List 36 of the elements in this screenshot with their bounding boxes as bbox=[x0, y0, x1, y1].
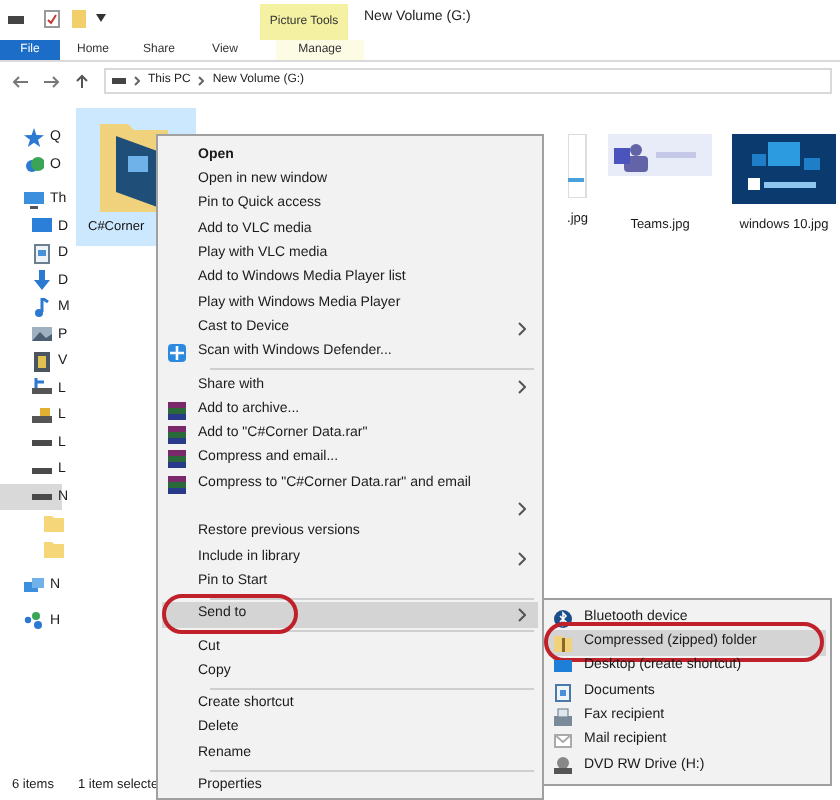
folder-icon bbox=[44, 540, 64, 561]
books-icon bbox=[168, 401, 186, 420]
document-icon bbox=[32, 243, 52, 264]
film-icon bbox=[32, 351, 52, 372]
image-thumbnail-icon bbox=[568, 134, 588, 198]
monitor-icon bbox=[32, 216, 52, 237]
locked-drive-icon bbox=[32, 405, 52, 426]
envelope-icon bbox=[554, 732, 572, 751]
monitor-icon bbox=[24, 189, 44, 210]
cloud-icon bbox=[24, 154, 44, 175]
shield-icon bbox=[168, 344, 186, 363]
monitor-icon bbox=[554, 658, 572, 677]
forward-icon[interactable] bbox=[44, 75, 60, 87]
back-icon[interactable] bbox=[12, 75, 28, 87]
down-arrow-icon bbox=[32, 270, 52, 291]
drive-icon bbox=[112, 78, 126, 84]
network-drive-icon bbox=[32, 378, 52, 399]
star-icon bbox=[24, 127, 44, 148]
books-icon bbox=[168, 425, 186, 444]
document-icon bbox=[554, 683, 572, 702]
books-icon bbox=[168, 450, 186, 469]
chevron-icon bbox=[134, 76, 140, 86]
properties-icon[interactable] bbox=[44, 10, 60, 28]
books-icon bbox=[168, 475, 186, 493]
caret-icon[interactable] bbox=[96, 14, 106, 22]
music-note-icon bbox=[32, 297, 52, 318]
up-icon[interactable] bbox=[76, 74, 88, 88]
chevron-icon bbox=[198, 76, 205, 86]
network-icon bbox=[24, 575, 44, 596]
fax-icon bbox=[554, 707, 572, 726]
people-icon bbox=[24, 610, 44, 631]
picture-icon bbox=[32, 324, 52, 345]
bluetooth-icon bbox=[554, 609, 572, 628]
folder-icon bbox=[44, 513, 64, 534]
disc-drive-icon bbox=[554, 756, 572, 775]
zip-folder-icon bbox=[554, 633, 572, 652]
